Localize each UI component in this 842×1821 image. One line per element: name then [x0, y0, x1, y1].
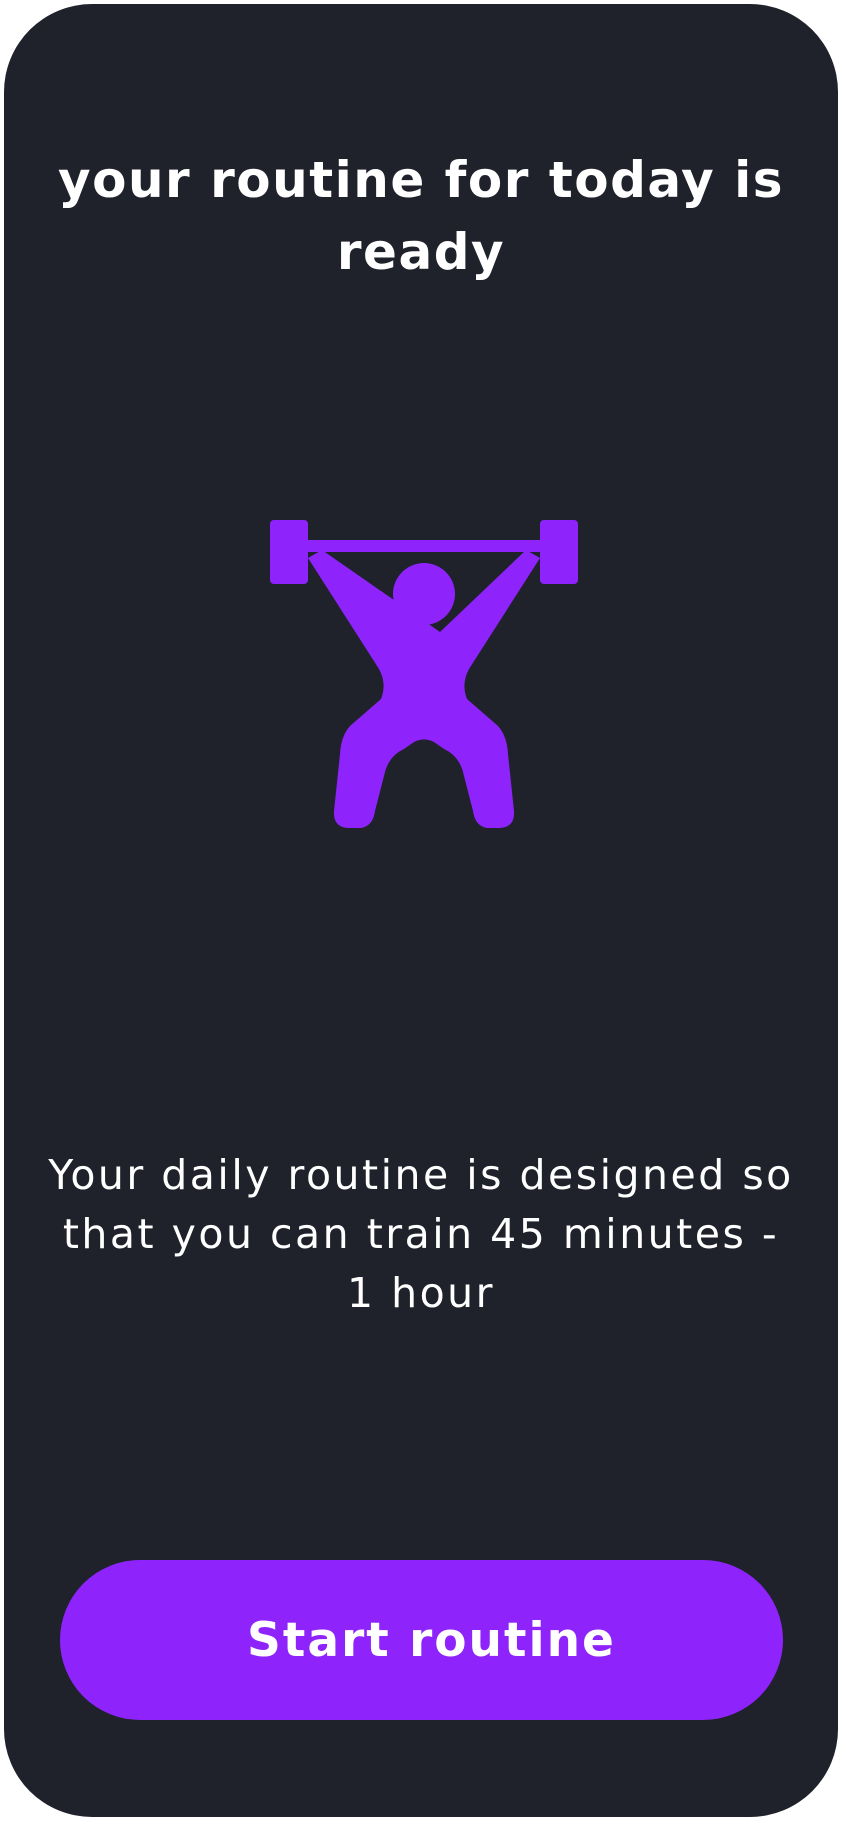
routine-description: Your daily routine is designed so that y… [48, 1151, 794, 1317]
page-title: your routine for today is ready [58, 151, 784, 281]
start-routine-button[interactable]: Start routine [60, 1560, 783, 1720]
weightlifter-icon [264, 514, 584, 834]
app-screen: your routine for today is ready Your dai… [4, 4, 838, 1817]
